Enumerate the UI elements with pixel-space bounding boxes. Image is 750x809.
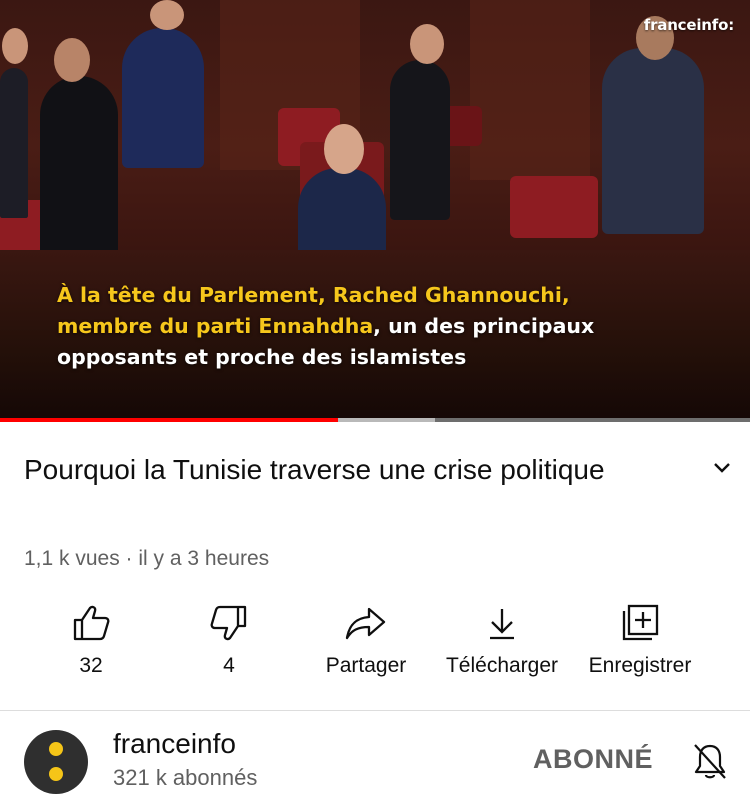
like-button[interactable]: 32: [51, 600, 131, 690]
video-meta: 1,1 k vues · il y a 3 heures: [24, 547, 270, 570]
share-button[interactable]: Partager: [310, 600, 422, 690]
avatar-dot-top: [49, 742, 63, 756]
add-to-playlist-icon: [622, 604, 659, 641]
thumbs-up-icon: [73, 605, 110, 641]
save-label: Enregistrer: [588, 654, 692, 677]
caption-highlight-line1: À la tête du Parlement, Rached Ghannouch…: [57, 283, 570, 307]
dislike-button[interactable]: 4: [189, 600, 269, 690]
subscriber-count: 321 k abonnés: [113, 765, 258, 790]
share-label: Partager: [325, 654, 407, 677]
channel-avatar[interactable]: [24, 730, 88, 794]
video-caption: À la tête du Parlement, Rached Ghannouch…: [57, 280, 697, 373]
progress-played: [0, 418, 338, 422]
download-icon: [490, 609, 514, 640]
dislike-count: 4: [223, 654, 235, 677]
download-label: Télécharger: [445, 654, 559, 677]
notification-bell-button[interactable]: [690, 741, 730, 781]
download-button[interactable]: Télécharger: [432, 600, 572, 690]
video-title[interactable]: Pourquoi la Tunisie traverse une crise p…: [24, 448, 674, 492]
save-button[interactable]: Enregistrer: [580, 600, 700, 690]
caption-line3: opposants et proche des islamistes: [57, 345, 467, 369]
subscribed-button[interactable]: ABONNÉ: [533, 744, 653, 775]
section-divider: [0, 710, 750, 711]
chevron-down-icon: [714, 463, 730, 473]
action-bar: 32 4 Partager Télécharger Enregistrer: [0, 600, 750, 690]
caption-highlight-line2: membre du parti Ennahdha: [57, 314, 374, 338]
progress-bar[interactable]: [0, 418, 750, 422]
caption-line2-rest: , un des principaux: [373, 314, 595, 338]
bell-off-icon: [694, 744, 726, 779]
channel-name[interactable]: franceinfo: [113, 728, 236, 760]
share-arrow-icon: [345, 607, 386, 640]
channel-watermark: franceinfo:: [643, 16, 734, 34]
expand-description-button[interactable]: [704, 450, 740, 486]
avatar-dot-bottom: [49, 767, 63, 781]
video-player[interactable]: franceinfo: À la tête du Parlement, Rach…: [0, 0, 750, 418]
thumbs-down-icon: [210, 605, 247, 641]
like-count: 32: [79, 654, 103, 677]
